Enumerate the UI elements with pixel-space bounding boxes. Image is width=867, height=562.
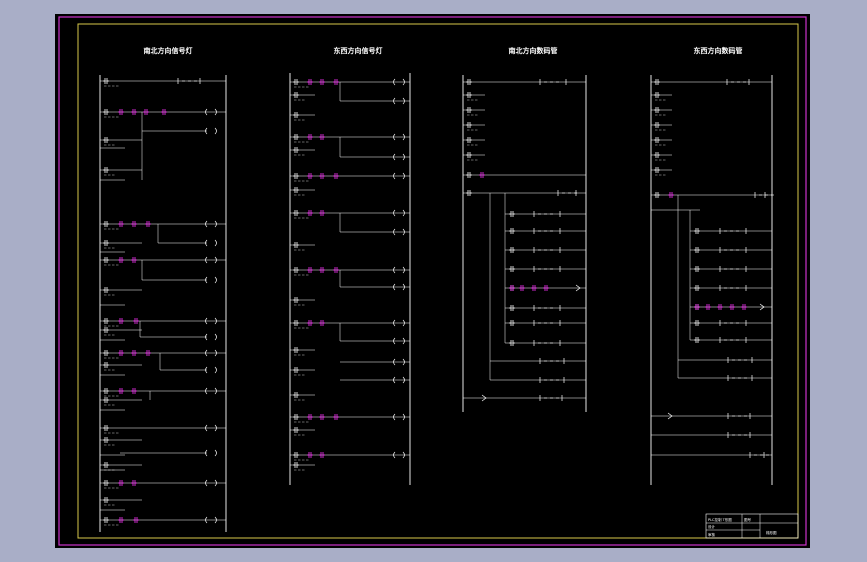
column-title: 东西方向信号灯 bbox=[334, 46, 383, 55]
ladder-diagram-drawing: 南北方向信号灯 东西方向信号灯 南北方向数码管 东西方向数码管 PLC控制 T形… bbox=[55, 14, 810, 548]
cad-viewport[interactable]: 南北方向信号灯 东西方向信号灯 南北方向数码管 东西方向数码管 PLC控制 T形… bbox=[0, 0, 867, 562]
column-title: 南北方向信号灯 bbox=[144, 46, 193, 55]
column-title: 东西方向数码管 bbox=[694, 46, 743, 55]
title-row-label: 设计 bbox=[708, 524, 716, 529]
column-title: 南北方向数码管 bbox=[509, 46, 558, 55]
drawing-sheet bbox=[55, 14, 810, 548]
drawing-name: PLC控制 T形图 bbox=[708, 517, 732, 522]
title-right-label: 梯形图 bbox=[766, 530, 777, 535]
title-stamp: 图号 bbox=[744, 517, 752, 522]
title-row-label: 审核 bbox=[708, 532, 716, 537]
